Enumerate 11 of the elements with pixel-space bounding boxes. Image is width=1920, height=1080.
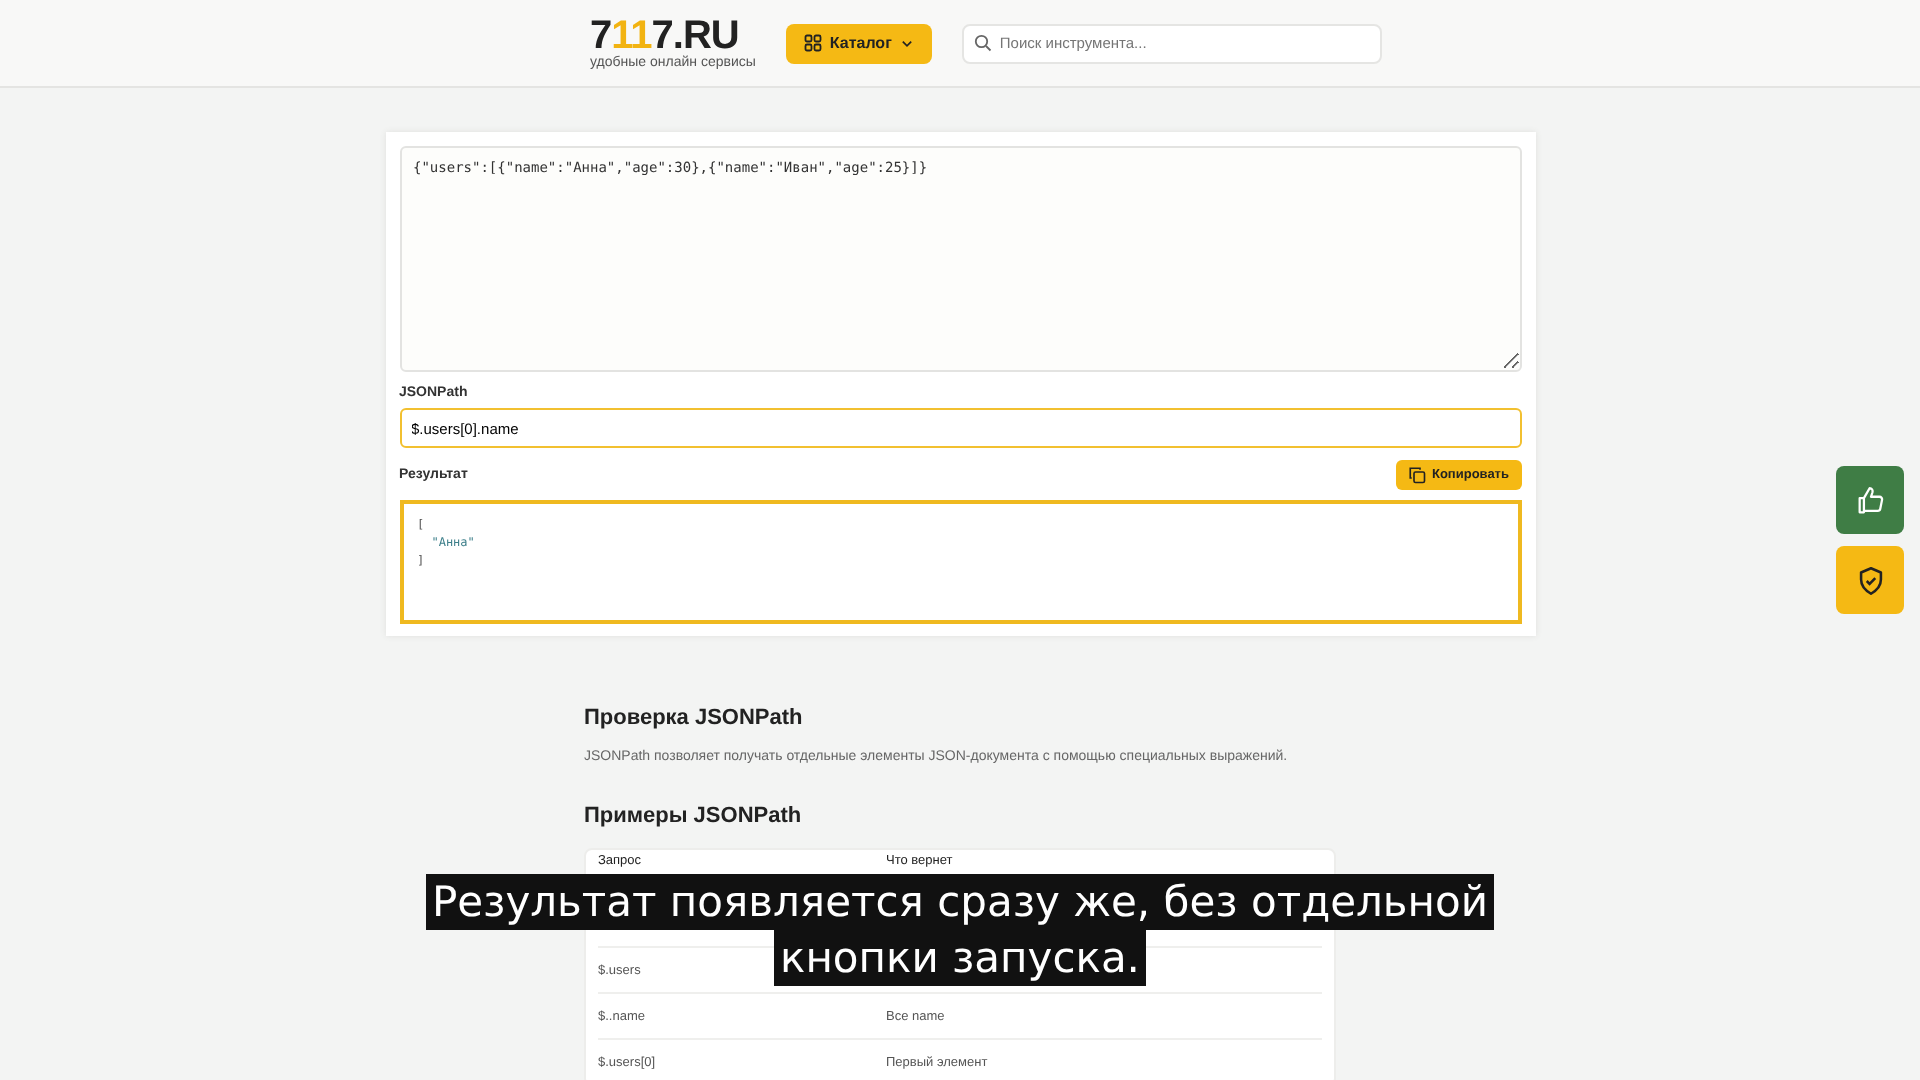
search-icon: [973, 33, 992, 52]
grid-icon: [803, 34, 822, 52]
section-heading: Примеры JSONPath: [584, 804, 804, 828]
caret-icon: [899, 36, 914, 50]
copy-icon: [1407, 466, 1426, 484]
logo-text: 7117.RU: [590, 16, 741, 56]
security-button[interactable]: [1836, 546, 1904, 614]
catalog-button[interactable]: Каталог: [785, 23, 932, 63]
like-button[interactable]: [1836, 466, 1904, 534]
thumbs-up-icon: [1853, 483, 1887, 517]
section-heading: Проверка JSONPath: [584, 706, 805, 730]
